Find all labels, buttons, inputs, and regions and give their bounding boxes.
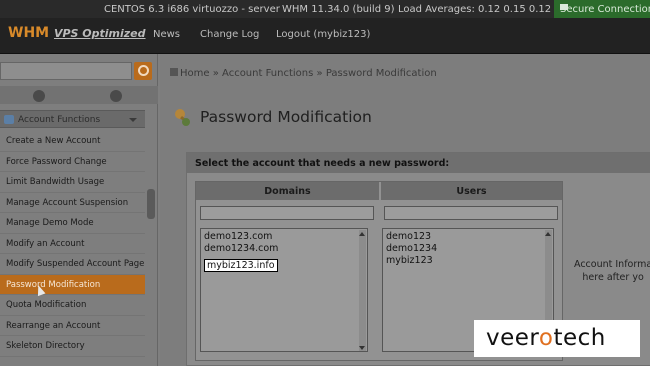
watermark-o: o — [538, 325, 554, 351]
sidebar: Account Functions Create a New Account Fo… — [0, 54, 158, 366]
sidebar-item-create-a-new-account[interactable]: Create a New Account — [0, 131, 145, 152]
load-averages: Load Averages: 0.12 0.15 0.12 — [398, 4, 552, 15]
info-line-2: here after yo — [582, 272, 644, 283]
page-title: Password Modification — [200, 108, 372, 126]
sidebar-item-skeleton-directory[interactable]: Skeleton Directory — [0, 336, 145, 357]
domain-option-selected[interactable]: mybiz123.info — [204, 259, 278, 272]
breadcrumb-account-functions[interactable]: Account Functions — [222, 68, 313, 79]
domain-option[interactable]: demo123.com — [201, 231, 367, 243]
sidebar-item-manage-account-suspension[interactable]: Manage Account Suspension — [0, 193, 145, 213]
sidebar-item-manage-demo-mode[interactable]: Manage Demo Mode — [0, 213, 145, 234]
section-label: Account Functions — [18, 115, 101, 125]
chevron-down-icon — [129, 118, 137, 122]
account-info-hint: Account Informa here after yo — [574, 258, 650, 284]
breadcrumb-separator: » — [316, 68, 323, 79]
password-key-icon — [175, 109, 190, 126]
sidebar-item-modify-suspended-account-page[interactable]: Modify Suspended Account Page — [0, 254, 145, 275]
sidebar-item-modify-an-account[interactable]: Modify an Account — [0, 234, 145, 254]
main-navbar: WHM VPS Optimized News Change Log Logout… — [0, 18, 650, 54]
sidebar-item-password-modification[interactable]: Password Modification — [0, 274, 145, 295]
search-icon[interactable] — [134, 62, 152, 80]
watermark-part2: tech — [553, 325, 606, 351]
scroll-down-icon[interactable] — [110, 90, 122, 102]
domain-option[interactable]: demo1234.com — [201, 243, 367, 255]
account-functions-icon — [4, 115, 14, 124]
scroll-up-icon[interactable] — [33, 90, 45, 102]
users-header: Users — [381, 182, 562, 200]
user-option[interactable]: demo123 — [383, 231, 553, 243]
user-option[interactable]: mybiz123 — [383, 255, 553, 267]
top-status-bar: CENTOS 6.3 i686 virtuozzo - server WHM 1… — [0, 0, 650, 18]
breadcrumb-home[interactable]: Home — [180, 68, 210, 79]
sidebar-search-input[interactable] — [0, 62, 132, 80]
sidebar-item-rearrange-an-account[interactable]: Rearrange an Account — [0, 316, 145, 336]
watermark-part1: veer — [486, 325, 539, 351]
sidebar-menu: Create a New Account Force Password Chang… — [0, 131, 145, 357]
logo-sub-text: VPS Optimized — [53, 27, 146, 40]
secure-connection-text: Secure Connection — [560, 4, 650, 15]
sidebar-item-quota-modification[interactable]: Quota Modification — [0, 295, 145, 316]
secure-connection-badge: Secure Connection — [554, 0, 650, 18]
veerotech-watermark: veerotech — [474, 320, 640, 357]
nav-logout[interactable]: Logout (mybiz123) — [276, 29, 370, 40]
users-filter-input[interactable] — [384, 206, 558, 220]
home-icon — [170, 68, 178, 76]
sidebar-scrollbar[interactable] — [147, 189, 155, 219]
sidebar-item-force-password-change[interactable]: Force Password Change — [0, 152, 145, 172]
breadcrumb: Home » Account Functions » Password Modi… — [170, 68, 437, 79]
section-account-functions[interactable]: Account Functions — [0, 110, 145, 128]
breadcrumb-separator: » — [212, 68, 219, 79]
nav-news[interactable]: News — [153, 29, 180, 40]
user-option[interactable]: demo1234 — [383, 243, 553, 255]
sidebar-arrow-bar — [0, 86, 158, 104]
logo-main-text: WHM — [8, 25, 50, 41]
whm-logo[interactable]: WHM VPS Optimized — [8, 25, 146, 41]
domains-header: Domains — [196, 182, 379, 200]
domains-filter-input[interactable] — [200, 206, 374, 220]
domains-scrollbar[interactable] — [359, 230, 366, 351]
domains-listbox[interactable]: demo123.com demo1234.com mybiz123.info — [200, 228, 368, 352]
panel-heading: Select the account that needs a new pass… — [187, 153, 650, 173]
nav-change-log[interactable]: Change Log — [200, 29, 259, 40]
server-info: CENTOS 6.3 i686 virtuozzo - server — [104, 4, 280, 15]
breadcrumb-current: Password Modification — [325, 68, 437, 79]
whm-version: WHM 11.34.0 (build 9) — [282, 4, 395, 15]
sidebar-item-limit-bandwidth-usage[interactable]: Limit Bandwidth Usage — [0, 172, 145, 193]
info-line-1: Account Informa — [574, 259, 650, 270]
